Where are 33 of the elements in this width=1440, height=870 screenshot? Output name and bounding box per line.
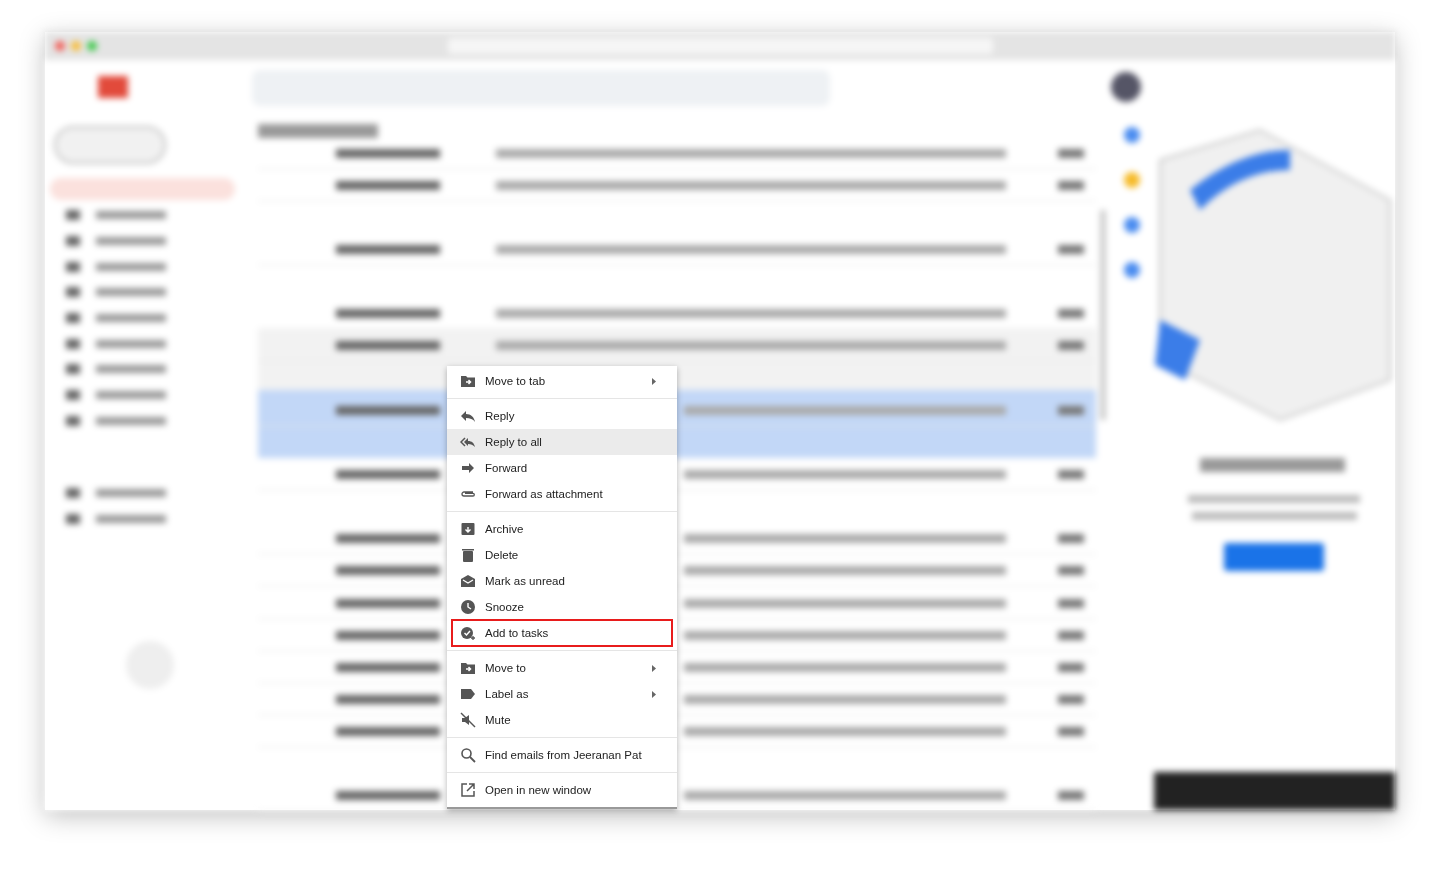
menu-item[interactable]: Delete	[452, 542, 672, 568]
menu-item[interactable]: Forward as attachment	[452, 481, 672, 507]
menu-item[interactable]: Snooze	[452, 594, 672, 620]
trash-icon	[460, 547, 476, 563]
muted-speaker-icon	[460, 712, 476, 728]
blurred-avatar	[1111, 72, 1141, 102]
envelope-icon	[460, 573, 476, 589]
folder-arrow-icon	[460, 660, 476, 676]
menu-item[interactable]: Forward	[452, 455, 672, 481]
clock-icon	[460, 599, 476, 615]
caret-icon	[652, 690, 656, 698]
menu-item[interactable]: Move to	[452, 655, 672, 681]
folder-arrow-icon	[460, 373, 476, 389]
menu-item[interactable]: Mark as unread	[452, 568, 672, 594]
menu-item[interactable]: Move to tab	[452, 368, 672, 394]
caret-icon	[652, 377, 656, 385]
blurred-logo-drawing	[98, 76, 128, 98]
menu-item[interactable]: Open in new window	[452, 777, 672, 803]
search-icon	[460, 747, 476, 763]
tag-icon	[460, 686, 476, 702]
check-plus-icon	[460, 625, 476, 641]
menu-item[interactable]: Reply	[452, 403, 672, 429]
menu-item[interactable]: Reply to all	[447, 429, 677, 455]
menu-item[interactable]: Label as	[452, 681, 672, 707]
open-external-icon	[460, 782, 476, 798]
forward-arrow-icon	[460, 460, 476, 476]
menu-item[interactable]: Mute	[452, 707, 672, 733]
reply-all-icon	[460, 434, 476, 450]
archive-box-icon	[460, 521, 476, 537]
caret-icon	[652, 664, 656, 672]
menu-item[interactable]: Add to tasks	[452, 620, 672, 646]
menu-item[interactable]: Archive	[452, 516, 672, 542]
menu-item[interactable]: Find emails from Jeeranan Pat	[452, 742, 672, 768]
